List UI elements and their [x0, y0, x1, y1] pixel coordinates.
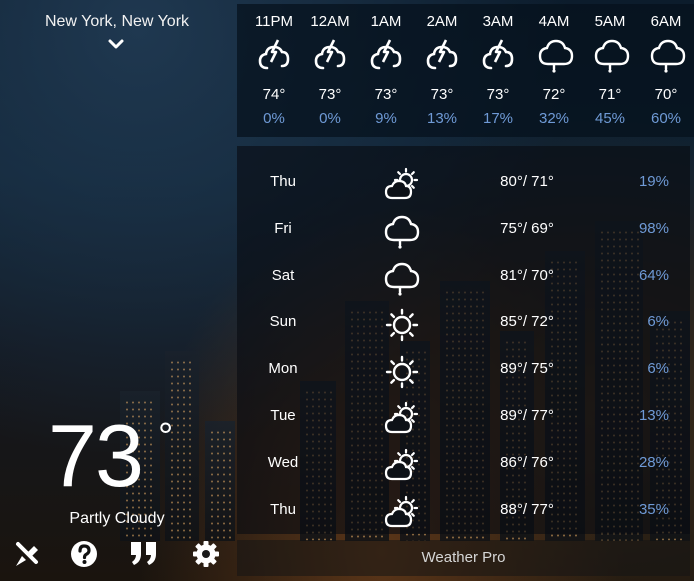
- hourly-precip: 17%: [482, 110, 514, 127]
- hourly-time: 12AM: [310, 13, 350, 30]
- hourly-time: 11PM: [254, 13, 294, 30]
- hourly-temp: 73°: [374, 86, 398, 103]
- hourly-time: 1AM: [370, 13, 402, 30]
- daily-forecast: Thu 80°/ 71° 19% Fri 75°/ 69° 98% Sat 81°/ 70° 6…: [237, 146, 690, 534]
- help-button[interactable]: [68, 538, 100, 570]
- cloud-rain-icon: [384, 215, 420, 249]
- current-conditions-panel: New York, New York 73 ° Partly Cloudy: [0, 0, 234, 581]
- daily-day: Sat: [271, 266, 295, 284]
- hourly-temp: 71°: [598, 86, 622, 103]
- daily-precip: 13%: [638, 407, 669, 424]
- hourly-forecast: 11PM 74° 0% 12AM 73° 0% 1AM 73° 9% 2AM 73° 13% 3AM 73…: [237, 4, 694, 137]
- daily-precip: 35%: [638, 500, 669, 518]
- daily-day: Tue: [270, 407, 296, 424]
- quote-icon: [131, 542, 156, 565]
- settings-icon: [193, 541, 219, 567]
- hourly-temp: 74°: [262, 86, 286, 103]
- daily-high-low: 85°/ 72°: [500, 313, 554, 331]
- cloud-rain-icon: [538, 39, 574, 73]
- daily-row[interactable]: Wed 86°/ 76° 28%: [237, 442, 690, 489]
- partly-cloudy-icon: [384, 448, 419, 480]
- cloud-rain-icon: [594, 39, 630, 73]
- daily-high-low: 81°/ 70°: [500, 266, 554, 284]
- daily-precip: 28%: [638, 453, 669, 471]
- help-icon: [71, 541, 97, 567]
- daily-day: Sun: [269, 313, 297, 331]
- hourly-precip: 60%: [650, 110, 682, 127]
- current-condition: Partly Cloudy: [69, 510, 165, 527]
- app-footer: Weather Pro: [237, 540, 690, 576]
- daily-row[interactable]: Tue 89°/ 77° 13%: [237, 395, 690, 442]
- toolbar: [8, 538, 234, 572]
- daily-precip: 64%: [638, 266, 669, 284]
- hourly-time: 5AM: [594, 13, 626, 30]
- daily-high-low: 89°/ 75°: [500, 360, 554, 378]
- daily-high-low: 88°/ 77°: [500, 500, 554, 518]
- hourly-temp: 70°: [654, 86, 678, 103]
- daily-row[interactable]: Sun 85°/ 72° 6%: [237, 301, 690, 348]
- daily-precip: 6%: [647, 313, 669, 331]
- daily-precip: 19%: [638, 173, 669, 190]
- daily-row[interactable]: Mon 89°/ 75° 6%: [237, 348, 690, 395]
- cloud-lightning-icon: [426, 39, 458, 70]
- degree-symbol: °: [158, 416, 174, 458]
- daily-day: Thu: [270, 173, 296, 190]
- app-name: Weather Pro: [421, 549, 506, 566]
- partly-cloudy-icon: [384, 167, 419, 200]
- daily-row[interactable]: Thu 80°/ 71° 19%: [237, 161, 690, 208]
- hourly-time: 6AM: [650, 13, 682, 30]
- satellite-button[interactable]: [10, 538, 42, 570]
- hourly-precip: 45%: [594, 110, 626, 127]
- daily-day: Thu: [270, 500, 296, 518]
- hourly-precip: 13%: [426, 110, 458, 127]
- daily-row[interactable]: Sat 81°/ 70° 64%: [237, 255, 690, 302]
- current-temperature: 73: [48, 406, 144, 505]
- daily-row[interactable]: Thu 88°/ 77° 35%: [237, 489, 690, 536]
- daily-high-low: 80°/ 71°: [500, 173, 554, 190]
- hourly-temp: 73°: [486, 86, 510, 103]
- hourly-precip: 0%: [263, 110, 285, 127]
- partly-cloudy-icon: [384, 401, 419, 434]
- daily-row[interactable]: Fri 75°/ 69° 98%: [237, 208, 690, 255]
- hourly-precip: 32%: [538, 110, 570, 127]
- hourly-temp: 72°: [542, 86, 566, 103]
- cloud-lightning-icon: [314, 39, 346, 70]
- quote-button[interactable]: [128, 538, 160, 570]
- daily-high-low: 75°/ 69°: [500, 219, 554, 237]
- hourly-precip: 9%: [375, 110, 397, 127]
- cloud-lightning-icon: [370, 39, 402, 70]
- hourly-time: 2AM: [426, 13, 458, 30]
- daily-high-low: 86°/ 76°: [500, 453, 554, 471]
- daily-day: Fri: [274, 219, 292, 237]
- hourly-time: 3AM: [482, 13, 514, 30]
- cloud-rain-icon: [650, 39, 686, 73]
- hourly-precip: 0%: [319, 110, 341, 127]
- cloud-lightning-icon: [258, 39, 290, 70]
- cloud-lightning-icon: [482, 39, 514, 70]
- hourly-temp: 73°: [430, 86, 454, 103]
- daily-high-low: 89°/ 77°: [500, 407, 554, 424]
- daily-precip: 98%: [638, 219, 669, 237]
- sun-icon: [385, 309, 419, 342]
- hourly-time: 4AM: [538, 13, 570, 30]
- location-name[interactable]: New York, New York: [0, 13, 234, 31]
- chevron-down-icon[interactable]: [107, 38, 125, 52]
- satellite-icon: [16, 542, 38, 566]
- partly-cloudy-icon: [384, 495, 419, 527]
- hourly-temp: 73°: [318, 86, 342, 103]
- sun-icon: [385, 355, 419, 389]
- cloud-rain-icon: [384, 262, 420, 296]
- daily-precip: 6%: [647, 360, 669, 378]
- daily-day: Mon: [268, 360, 298, 378]
- daily-day: Wed: [267, 453, 299, 471]
- settings-button[interactable]: [190, 538, 222, 570]
